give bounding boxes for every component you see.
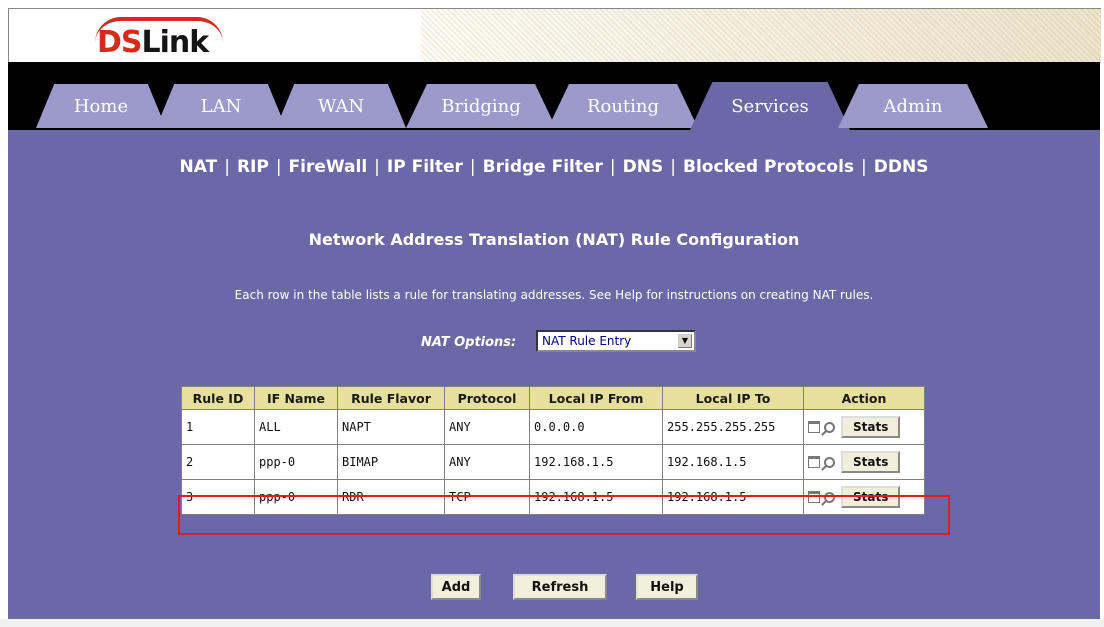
cell-rule-id: 3: [181, 479, 255, 515]
col-protocol: Protocol: [444, 386, 530, 410]
logo-text: DSLink: [97, 25, 209, 60]
nat-options-label: NAT Options:: [421, 335, 517, 350]
add-button[interactable]: Add: [431, 574, 481, 600]
cell-rule-flavor: NAPT: [337, 409, 445, 445]
submenu-rip[interactable]: RIP: [237, 157, 269, 177]
col-rule-id: Rule ID: [181, 386, 255, 410]
tab-routing[interactable]: Routing: [548, 84, 698, 128]
submenu-bridge-filter[interactable]: Bridge Filter: [483, 157, 603, 177]
cell-if-name: ppp-0: [254, 479, 338, 515]
header-texture: [421, 9, 1101, 63]
delete-icon[interactable]: [808, 491, 820, 503]
delete-icon[interactable]: [808, 456, 820, 468]
bottom-strip: [0, 619, 1104, 627]
cell-rule-flavor: RDR: [337, 479, 445, 515]
cell-protocol: TCP: [444, 479, 530, 515]
cell-local-ip-to: 255.255.255.255: [662, 409, 804, 445]
submenu-blocked-protocols[interactable]: Blocked Protocols: [683, 157, 854, 177]
cell-local-ip-from: 192.168.1.5: [529, 444, 663, 480]
separator: |: [275, 157, 282, 177]
page-description: Each row in the table lists a rule for t…: [234, 288, 874, 302]
cell-action: Stats: [803, 444, 925, 480]
refresh-button[interactable]: Refresh: [513, 574, 607, 600]
services-submenu: NAT | RIP | FireWall | IP Filter | Bridge Filter…: [8, 157, 1100, 177]
view-icon[interactable]: [824, 456, 835, 468]
table-row: 1 ALL NAPT ANY 0.0.0.0 255.255.255.255 S…: [181, 409, 925, 445]
main-tab-bar: Home LAN WAN Bridging Routing Services A…: [8, 62, 1100, 130]
cell-local-ip-from: 192.168.1.5: [529, 479, 663, 515]
stats-button[interactable]: Stats: [841, 416, 901, 438]
page-title: Network Address Translation (NAT) Rule C…: [308, 230, 800, 249]
nat-rules-table: Rule ID IF Name Rule Flavor Protocol Loc…: [181, 386, 925, 515]
submenu-firewall[interactable]: FireWall: [289, 157, 368, 177]
table-header-row: Rule ID IF Name Rule Flavor Protocol Loc…: [181, 386, 925, 410]
cell-local-ip-from: 0.0.0.0: [529, 409, 663, 445]
cell-local-ip-to: 192.168.1.5: [662, 444, 804, 480]
nat-options-select[interactable]: NAT Rule Entry ▼: [536, 330, 696, 352]
cell-rule-id: 2: [181, 444, 255, 480]
cell-protocol: ANY: [444, 409, 530, 445]
router-admin-frame: DSLink Home LAN WAN Bridging Routing Ser…: [8, 0, 1101, 627]
delete-icon[interactable]: [808, 421, 820, 433]
separator: |: [469, 157, 476, 177]
stats-button[interactable]: Stats: [841, 486, 901, 508]
cell-if-name: ALL: [254, 409, 338, 445]
separator: |: [861, 157, 867, 177]
view-icon[interactable]: [824, 421, 835, 433]
cell-rule-flavor: BIMAP: [337, 444, 445, 480]
col-rule-flavor: Rule Flavor: [337, 386, 445, 410]
help-button[interactable]: Help: [636, 574, 698, 600]
table-row: 3 ppp-0 RDR TCP 192.168.1.5 192.168.1.5 …: [181, 479, 925, 515]
tab-admin[interactable]: Admin: [838, 84, 988, 128]
submenu-ddns[interactable]: DDNS: [874, 157, 929, 177]
cell-action: Stats: [803, 479, 925, 515]
submenu-nat[interactable]: NAT: [180, 157, 218, 177]
view-icon[interactable]: [824, 491, 835, 503]
cell-if-name: ppp-0: [254, 444, 338, 480]
separator: |: [609, 157, 616, 177]
col-local-ip-from: Local IP From: [529, 386, 663, 410]
tab-wan[interactable]: WAN: [276, 84, 406, 128]
table-row: 2 ppp-0 BIMAP ANY 192.168.1.5 192.168.1.…: [181, 444, 925, 480]
cell-local-ip-to: 192.168.1.5: [662, 479, 804, 515]
separator: |: [374, 157, 380, 177]
separator: |: [670, 157, 676, 177]
col-if-name: IF Name: [254, 386, 338, 410]
tab-home[interactable]: Home: [36, 84, 166, 128]
cell-rule-id: 1: [181, 409, 255, 445]
header-banner: DSLink: [8, 8, 1101, 63]
tab-services[interactable]: Services: [690, 82, 850, 130]
cell-protocol: ANY: [444, 444, 530, 480]
submenu-dns[interactable]: DNS: [623, 157, 664, 177]
dslink-logo: DSLink: [89, 15, 239, 60]
submenu-ip-filter[interactable]: IP Filter: [387, 157, 463, 177]
stats-button[interactable]: Stats: [841, 451, 901, 473]
col-local-ip-to: Local IP To: [662, 386, 804, 410]
chevron-down-icon[interactable]: ▼: [678, 334, 692, 348]
nat-options-value: NAT Rule Entry: [542, 334, 632, 348]
tab-bridging[interactable]: Bridging: [406, 84, 556, 128]
main-content: NAT | RIP | FireWall | IP Filter | Bridge Filter…: [8, 130, 1100, 627]
col-action: Action: [803, 386, 925, 410]
separator: |: [224, 157, 230, 177]
tab-lan[interactable]: LAN: [156, 84, 286, 128]
cell-action: Stats: [803, 409, 925, 445]
